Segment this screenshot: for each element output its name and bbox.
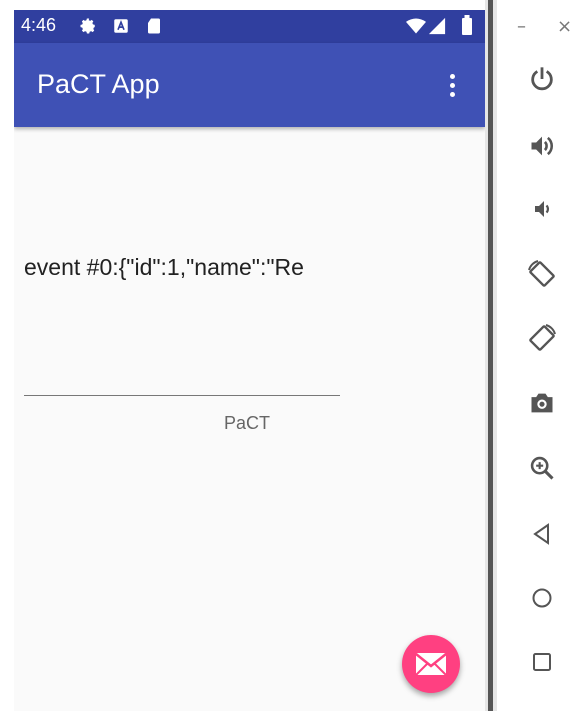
phone-screen: 4:46 PaCT App event #0:{"id":1,"name":"R… [14,10,485,711]
settings-icon [80,18,95,34]
rotate-right-icon[interactable] [525,321,559,355]
panel-divider [485,0,497,711]
event-text: event #0:{"id":1,"name":"Re [24,254,304,280]
minimize-button[interactable]: – [517,16,526,37]
mail-fab-button[interactable] [402,635,460,693]
camera-icon[interactable] [525,386,559,420]
mail-icon [415,653,447,676]
status-bar: 4:46 [14,10,485,43]
status-time: 4:46 [21,15,57,35]
wifi-icon [406,18,426,34]
rotate-left-icon[interactable] [525,257,559,291]
main-content: event #0:{"id":1,"name":"Re PaCT [14,127,485,711]
volume-down-icon[interactable] [525,192,559,226]
close-button[interactable]: × [557,16,572,37]
overflow-menu-icon[interactable] [442,70,462,102]
volume-up-icon[interactable] [525,129,559,163]
home-icon[interactable] [525,581,559,615]
overview-icon[interactable] [525,645,559,679]
battery-icon [462,15,472,35]
field-label: PaCT [224,413,271,433]
text-input-underline[interactable] [24,395,340,396]
signal-icon [428,17,446,35]
power-icon[interactable] [525,62,559,96]
back-icon[interactable] [525,517,559,551]
emulator-toolbar: – × [497,0,575,711]
app-title: PaCT App [37,69,160,99]
zoom-icon[interactable] [525,451,559,485]
sd-card-icon [148,18,160,34]
app-bar: PaCT App [14,43,485,127]
a-notification-icon [114,19,128,33]
